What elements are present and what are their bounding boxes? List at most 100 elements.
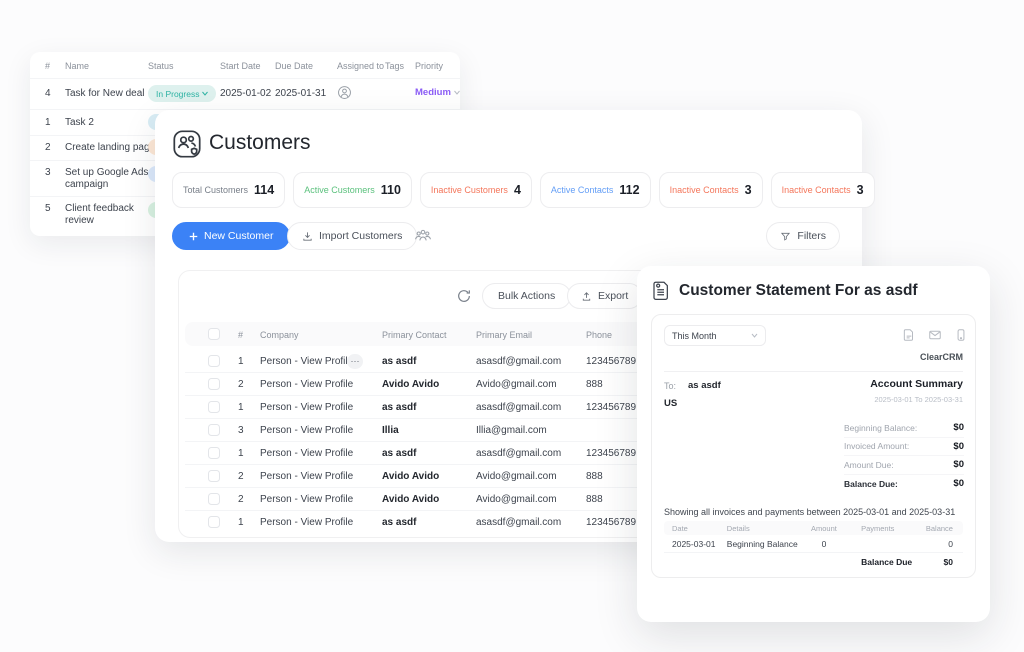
footer-balance-due-value: $0 bbox=[912, 557, 963, 567]
row-menu-icon[interactable]: ⋯ bbox=[347, 354, 363, 369]
cell-amount: 0 bbox=[805, 539, 844, 549]
tasks-col-tags: Tags bbox=[385, 61, 404, 71]
col-amount: Amount bbox=[805, 524, 844, 533]
plus-icon bbox=[189, 232, 198, 241]
filters-label: Filters bbox=[797, 230, 826, 242]
company-link[interactable]: Person - View Profile bbox=[260, 356, 353, 367]
col-num: # bbox=[238, 330, 243, 340]
stat-inactive-contacts-2: Inactive Contacts 3 bbox=[771, 172, 875, 208]
summary-value: $0 bbox=[953, 422, 964, 433]
stat-label: Active Customers bbox=[304, 185, 375, 195]
row-checkbox[interactable] bbox=[208, 424, 220, 436]
email-icon[interactable] bbox=[928, 328, 942, 342]
cell-num: 2 bbox=[238, 494, 244, 505]
task-priority-dropdown[interactable]: Medium bbox=[415, 87, 460, 98]
stat-active-customers: Active Customers 110 bbox=[293, 172, 412, 208]
company-link[interactable]: Person - View Profile bbox=[260, 471, 353, 482]
summary-label: Balance Due: bbox=[844, 479, 898, 489]
col-date: Date bbox=[664, 524, 727, 533]
select-all-checkbox[interactable] bbox=[208, 328, 220, 340]
page-title: Customers bbox=[209, 131, 311, 155]
row-checkbox[interactable] bbox=[208, 447, 220, 459]
tasks-col-due-date: Due Date bbox=[275, 61, 313, 71]
cell-num: 1 bbox=[238, 517, 244, 528]
cell-contact: as asdf bbox=[382, 356, 416, 367]
cell-email: Avido@gmail.com bbox=[476, 379, 557, 390]
task-row-num: 3 bbox=[45, 167, 51, 178]
to-label: To: bbox=[664, 381, 676, 391]
row-checkbox[interactable] bbox=[208, 470, 220, 482]
period-select-value: This Month bbox=[672, 331, 717, 341]
customer-stats-row: Total Customers 114 Active Customers 110… bbox=[172, 172, 845, 208]
tasks-col-name: Name bbox=[65, 61, 89, 71]
statement-title: Customer Statement For as asdf bbox=[679, 282, 918, 300]
upload-icon bbox=[581, 291, 592, 302]
cell-num: 2 bbox=[238, 471, 244, 482]
row-checkbox[interactable] bbox=[208, 355, 220, 367]
company-link[interactable]: Person - View Profile bbox=[260, 379, 353, 390]
row-checkbox[interactable] bbox=[208, 401, 220, 413]
task-row-name: Client feedback review bbox=[65, 203, 155, 227]
statement-table-header: Date Details Amount Payments Balance bbox=[664, 521, 963, 535]
col-primary-email: Primary Email bbox=[476, 330, 532, 340]
summary-label: Beginning Balance: bbox=[844, 423, 917, 433]
company-link[interactable]: Person - View Profile bbox=[260, 494, 353, 505]
company-link[interactable]: Person - View Profile bbox=[260, 517, 353, 528]
group-icon[interactable] bbox=[413, 226, 433, 244]
showing-text: Showing all invoices and payments betwee… bbox=[664, 507, 955, 517]
company-link[interactable]: Person - View Profile bbox=[260, 402, 353, 413]
cell-contact: Avido Avido bbox=[382, 494, 439, 505]
download-icon bbox=[302, 231, 313, 242]
customer-statement-panel: Customer Statement For as asdf This Mont… bbox=[637, 266, 990, 622]
bulk-actions-button[interactable]: Bulk Actions bbox=[482, 283, 571, 309]
stat-active-contacts: Active Contacts 112 bbox=[540, 172, 651, 208]
period-select[interactable]: This Month bbox=[664, 325, 766, 346]
cell-contact: Avido Avido bbox=[382, 471, 439, 482]
company-link[interactable]: Person - View Profile bbox=[260, 425, 353, 436]
brand-label: ClearCRM bbox=[920, 352, 963, 362]
row-checkbox[interactable] bbox=[208, 493, 220, 505]
cell-phone: 888 bbox=[586, 471, 603, 482]
new-customer-button[interactable]: New Customer bbox=[172, 222, 290, 250]
col-primary-contact: Primary Contact bbox=[382, 330, 447, 340]
stat-value: 114 bbox=[254, 183, 274, 197]
summary-row: Invoiced Amount: $0 bbox=[844, 438, 964, 457]
tasks-col-start-date: Start Date bbox=[220, 61, 261, 71]
row-checkbox[interactable] bbox=[208, 378, 220, 390]
statement-divider bbox=[664, 371, 963, 372]
refresh-icon[interactable] bbox=[456, 288, 472, 304]
stat-label: Total Customers bbox=[183, 185, 248, 195]
company-link[interactable]: Person - View Profile bbox=[260, 448, 353, 459]
footer-balance-due-label: Balance Due bbox=[843, 557, 912, 567]
cell-email: asasdf@gmail.com bbox=[476, 356, 561, 367]
task-status-dropdown[interactable]: In Progress bbox=[148, 85, 216, 102]
phone-icon[interactable] bbox=[954, 328, 968, 342]
stat-value: 112 bbox=[619, 183, 639, 197]
export-button[interactable]: Export bbox=[567, 283, 642, 309]
export-label: Export bbox=[598, 290, 628, 302]
task-row-num: 1 bbox=[45, 117, 51, 128]
cell-phone: 123456789 bbox=[586, 448, 636, 459]
row-checkbox[interactable] bbox=[208, 516, 220, 528]
pdf-icon[interactable] bbox=[902, 328, 916, 342]
assignee-avatar-icon[interactable] bbox=[337, 85, 352, 100]
cell-phone: 123456789 bbox=[586, 517, 636, 528]
stat-inactive-customers: Inactive Customers 4 bbox=[420, 172, 532, 208]
cell-phone: 123456789 bbox=[586, 402, 636, 413]
cell-contact: as asdf bbox=[382, 448, 416, 459]
summary-value: $0 bbox=[953, 441, 964, 452]
stat-label: Inactive Contacts bbox=[782, 185, 851, 195]
filters-button[interactable]: Filters bbox=[766, 222, 840, 250]
stat-value: 3 bbox=[857, 183, 864, 197]
account-summary-period: 2025-03-01 To 2025-03-31 bbox=[874, 395, 963, 404]
stat-label: Inactive Contacts bbox=[670, 185, 739, 195]
account-summary-list: Beginning Balance: $0 Invoiced Amount: $… bbox=[844, 419, 964, 493]
filter-icon bbox=[780, 231, 791, 242]
task-row-num: 5 bbox=[45, 203, 51, 214]
cell-email: asasdf@gmail.com bbox=[476, 448, 561, 459]
import-customers-button[interactable]: Import Customers bbox=[287, 222, 417, 250]
app-background: # Name Status Start Date Due Date Assign… bbox=[0, 0, 1024, 652]
cell-email: Avido@gmail.com bbox=[476, 494, 557, 505]
task-due-date: 2025-01-31 bbox=[275, 88, 326, 99]
task-row-num: 4 bbox=[45, 88, 51, 99]
